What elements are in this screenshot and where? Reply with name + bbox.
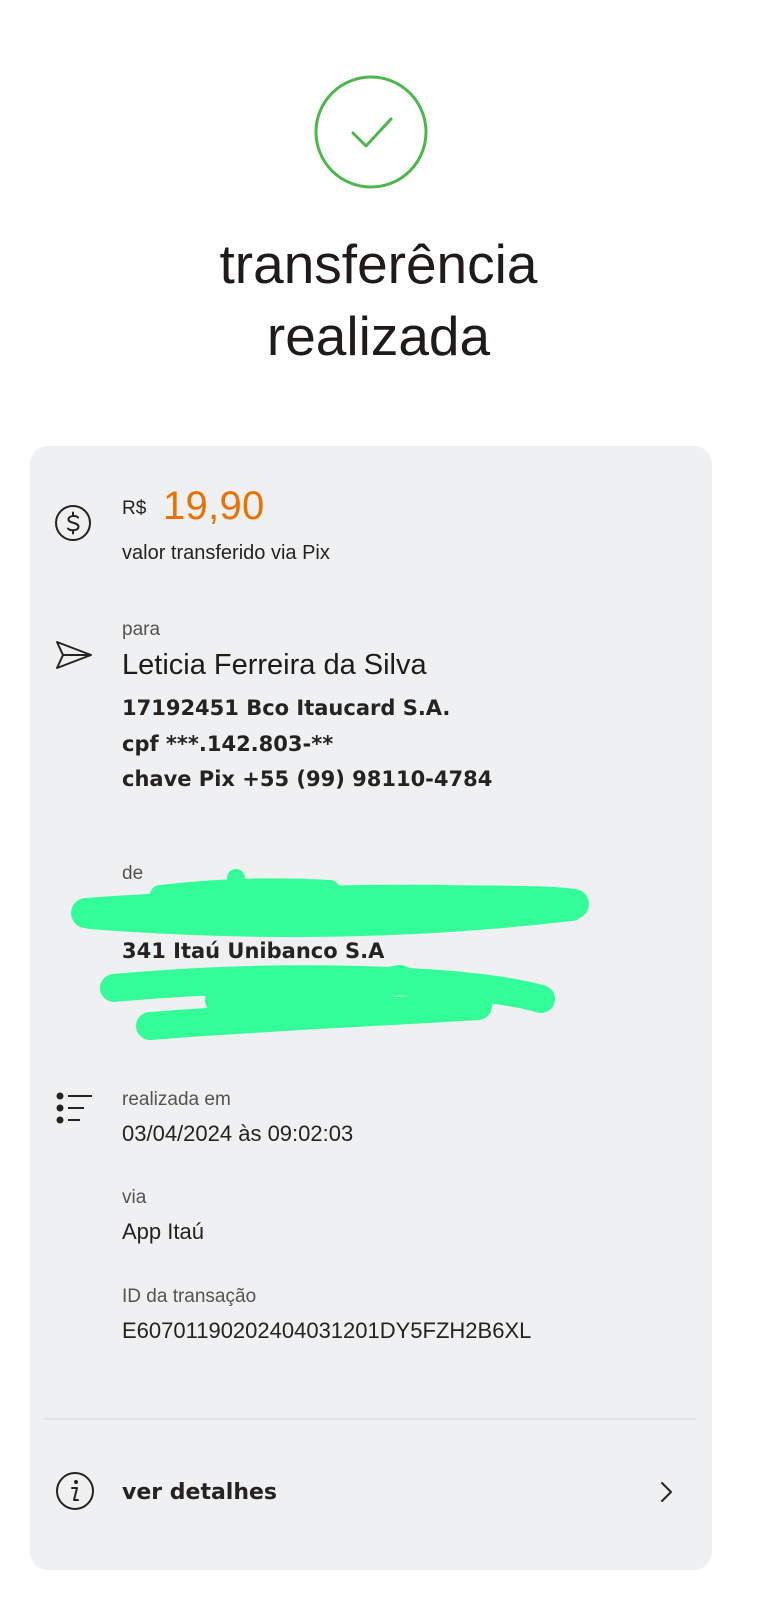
transaction-date-value: 03/04/2024 às 09:02:03 <box>122 1121 354 1146</box>
transaction-via-label: via <box>122 1187 147 1208</box>
transaction-via-value: App Itaú <box>122 1219 204 1244</box>
transaction-id-value: E60701190202404031201DY5FZH2B6XL <box>122 1318 532 1343</box>
chevron-right-icon <box>661 1482 672 1502</box>
transaction-id-label: ID da transação <box>122 1286 257 1307</box>
info-icon <box>56 1472 94 1510</box>
details-label: ver detalhes <box>122 1480 278 1505</box>
redaction-overlay <box>71 869 589 1040</box>
details-row[interactable]: ver detalhes <box>30 1420 712 1570</box>
